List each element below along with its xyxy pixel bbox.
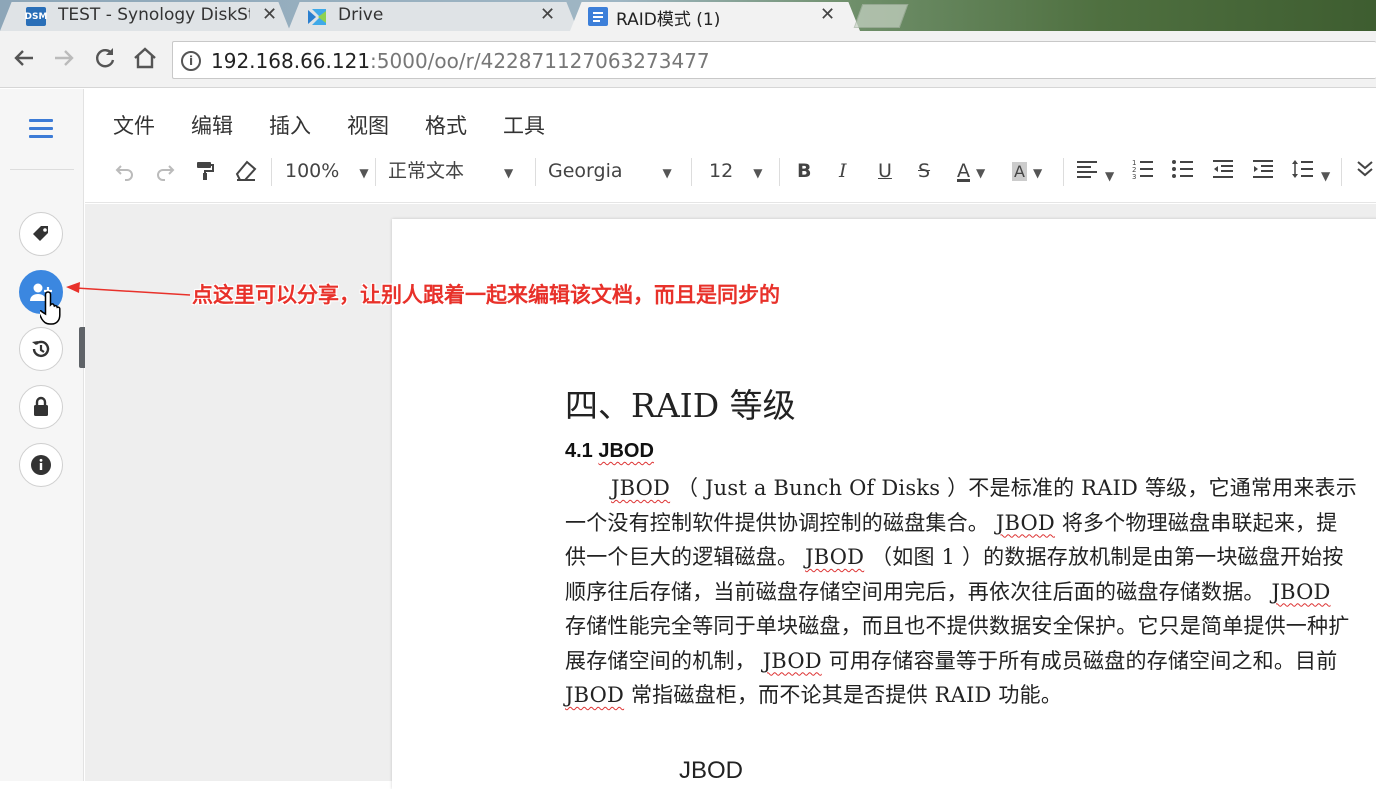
numbered-list-button[interactable]: 123 xyxy=(1131,158,1155,187)
left-rail xyxy=(0,89,84,781)
annotation-text: 点这里可以分享，让别人跟着一起来编辑该文档，而且是同步的 xyxy=(192,283,780,307)
divider xyxy=(10,169,74,170)
menu-view[interactable]: 视图 xyxy=(347,110,389,140)
menu-file[interactable]: 文件 xyxy=(113,110,155,140)
spellcheck-term: JBOD xyxy=(611,476,671,500)
tab-title: RAID模式 (1) xyxy=(616,10,721,30)
font-size-select[interactable]: 12 ▼ xyxy=(709,158,762,186)
hamburger-menu-icon[interactable] xyxy=(29,119,53,139)
browser-toolbar: i 192.168.66.121:5000/oo/r/4228711270632… xyxy=(0,31,1376,88)
svg-text:3: 3 xyxy=(1132,173,1136,180)
body-text-run: 可用存储容量等于所有成员磁盘的存储空间之和。目前 xyxy=(821,648,1338,673)
spellcheck-term: JBOD xyxy=(805,545,865,569)
highlight-color-button[interactable]: A ▼ xyxy=(1012,158,1042,186)
chevron-down-icon: ▼ xyxy=(504,166,514,180)
divider xyxy=(1341,158,1342,186)
divider xyxy=(375,158,376,186)
tag-button[interactable] xyxy=(19,212,63,256)
redo-icon[interactable] xyxy=(153,158,177,189)
chevron-down-icon: ▼ xyxy=(1032,166,1043,180)
divider xyxy=(1063,158,1064,186)
strikethrough-button[interactable]: S xyxy=(918,158,930,184)
history-icon xyxy=(32,340,50,358)
tab-drive[interactable]: Drive ✕ xyxy=(288,2,578,31)
chevron-down-icon: ▼ xyxy=(662,166,672,180)
align-left-button[interactable]: ▼ xyxy=(1075,158,1114,189)
lock-icon xyxy=(34,396,48,416)
spellcheck-term: JBOD xyxy=(1271,579,1331,604)
tab-close-icon[interactable]: ✕ xyxy=(540,4,555,25)
document-paragraph[interactable]: JBOD （ Just a Bunch Of Disks ）不是标准的 RAID… xyxy=(565,471,1357,713)
doc-favicon-icon xyxy=(588,7,608,26)
info-icon xyxy=(31,455,51,475)
document-subheading[interactable]: 4.1 JBOD xyxy=(565,440,654,463)
tab-title: TEST - Synology DiskSt xyxy=(58,5,250,25)
address-bar[interactable]: i 192.168.66.121:5000/oo/r/4228711270632… xyxy=(172,41,1376,79)
decrease-indent-icon xyxy=(1213,160,1233,178)
decrease-indent-button[interactable] xyxy=(1211,158,1235,187)
bulleted-list-button[interactable] xyxy=(1171,158,1195,187)
chevron-down-icon: ▼ xyxy=(1321,169,1331,183)
menu-format[interactable]: 格式 xyxy=(425,110,467,140)
chevron-down-icon: ▼ xyxy=(753,166,763,180)
zoom-select[interactable]: 100% ▼ xyxy=(285,158,369,186)
spellcheck-term: JBOD xyxy=(565,683,625,707)
hand-cursor-icon xyxy=(37,290,68,334)
numbered-list-icon: 123 xyxy=(1132,159,1153,181)
site-info-icon[interactable]: i xyxy=(181,51,201,71)
info-button[interactable] xyxy=(19,443,63,487)
back-icon[interactable] xyxy=(10,45,38,77)
home-icon[interactable] xyxy=(131,45,159,77)
chevron-down-icon: ▼ xyxy=(976,166,986,180)
dsm-favicon-icon: DSM xyxy=(25,7,47,26)
new-tab-button[interactable] xyxy=(853,4,909,28)
font-select[interactable]: Georgia ▼ xyxy=(548,158,672,186)
menu-tools[interactable]: 工具 xyxy=(503,110,545,140)
forward-icon[interactable] xyxy=(50,45,78,77)
tab-synology[interactable]: DSM TEST - Synology DiskSt ✕ xyxy=(0,2,290,31)
line-spacing-icon xyxy=(1292,160,1313,178)
reload-icon[interactable] xyxy=(91,45,119,77)
chevron-down-icon: ▼ xyxy=(1105,169,1115,183)
increase-indent-button[interactable] xyxy=(1251,158,1275,187)
chevron-down-icon: ▼ xyxy=(359,166,369,180)
paint-format-icon[interactable] xyxy=(193,158,217,189)
drive-favicon-icon xyxy=(306,7,326,26)
menu-edit[interactable]: 编辑 xyxy=(191,110,233,140)
browser-tab-strip: DSM TEST - Synology DiskSt ✕ Drive ✕ RAI… xyxy=(0,0,1376,31)
spellcheck-term: JBOD xyxy=(762,648,822,673)
tab-close-icon[interactable]: ✕ xyxy=(820,4,835,25)
menu-bar: 文件 编辑 插入 视图 格式 工具 xyxy=(85,89,1376,155)
undo-icon[interactable] xyxy=(113,158,137,189)
clear-format-icon[interactable] xyxy=(233,158,259,189)
paragraph-style-select[interactable]: 正常文本 ▼ xyxy=(388,158,513,186)
align-left-icon xyxy=(1077,161,1097,178)
spellcheck-term: JBOD xyxy=(995,510,1055,535)
tab-raid-doc[interactable]: RAID模式 (1) ✕ xyxy=(570,2,860,31)
divider xyxy=(535,158,536,186)
bold-button[interactable]: B xyxy=(797,158,811,184)
line-spacing-button[interactable]: ▼ xyxy=(1291,158,1330,189)
bulleted-list-icon xyxy=(1172,160,1193,178)
underline-button[interactable]: U xyxy=(878,158,892,184)
document-heading[interactable]: 四、RAID 等级 xyxy=(565,379,796,427)
lock-button[interactable] xyxy=(19,385,63,429)
more-toolbar-icon[interactable] xyxy=(1355,158,1375,187)
menu-insert[interactable]: 插入 xyxy=(269,110,311,140)
italic-button[interactable]: I xyxy=(839,158,847,184)
divider xyxy=(779,158,780,186)
tab-close-icon[interactable]: ✕ xyxy=(262,4,277,25)
increase-indent-icon xyxy=(1253,160,1273,178)
tag-icon xyxy=(33,226,48,241)
tab-title: Drive xyxy=(338,5,384,25)
url-text[interactable]: 192.168.66.121:5000/oo/r/422871127063273… xyxy=(211,49,710,73)
body-text-run: 常指磁盘柜，而不论其是否提供 RAID 功能。 xyxy=(624,683,1063,707)
text-color-button[interactable]: A ▼ xyxy=(957,158,985,186)
divider xyxy=(691,158,692,186)
divider xyxy=(271,158,272,186)
format-toolbar: 100% ▼ 正常文本 ▼ Georgia ▼ 12 ▼ B I U S A ▼ A ▼ ▼… xyxy=(85,150,1376,203)
